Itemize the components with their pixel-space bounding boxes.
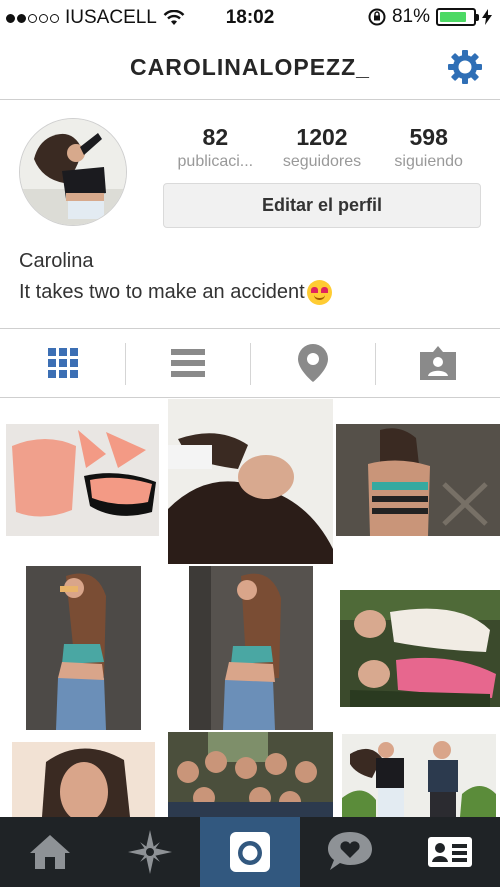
- rotation-lock-icon: [368, 8, 386, 26]
- battery-percent: 81%: [391, 6, 430, 27]
- gear-icon: [448, 50, 482, 84]
- following-count: 598: [409, 124, 448, 150]
- camera-icon: [230, 832, 270, 872]
- avatar-photo: [20, 119, 126, 225]
- photo-grid-item[interactable]: [26, 566, 141, 730]
- nav-profile[interactable]: [400, 817, 500, 887]
- profile-card-icon: [428, 837, 472, 867]
- posts-label: publicaci...: [177, 153, 254, 170]
- tagged-person-icon: [419, 346, 456, 380]
- following-label: siguiendo: [394, 153, 463, 170]
- followers-label: seguidores: [282, 153, 362, 170]
- location-pin-icon: [297, 344, 328, 382]
- posts-stat[interactable]: 82 publicaci...: [162, 124, 269, 171]
- following-stat[interactable]: 598 siguiendo: [375, 124, 482, 171]
- battery-fill: [440, 12, 466, 22]
- username-title: CAROLINALOPEZZ_: [130, 54, 370, 80]
- activity-bubble-icon: [328, 832, 372, 870]
- profile-avatar[interactable]: [19, 118, 127, 226]
- tab-tagged-view[interactable]: [375, 329, 500, 397]
- edit-profile-button[interactable]: Editar el perfil: [163, 183, 481, 228]
- status-right: 81%: [368, 6, 492, 28]
- heart-eyes-emoji-icon: [306, 280, 332, 305]
- tab-list-view[interactable]: [125, 329, 250, 397]
- tab-map-view[interactable]: [250, 329, 375, 397]
- nav-explore[interactable]: [100, 817, 200, 887]
- photo-grid-item[interactable]: [6, 424, 159, 536]
- tab-grid-view[interactable]: [0, 329, 125, 397]
- home-icon: [30, 835, 70, 869]
- nav-camera[interactable]: [200, 817, 300, 887]
- posts-count: 82: [202, 124, 229, 150]
- list-icon: [170, 349, 205, 377]
- settings-button[interactable]: [446, 48, 484, 86]
- photo-grid-item[interactable]: [168, 399, 333, 564]
- photo-grid-item[interactable]: [189, 566, 313, 730]
- profile-bio: It takes two to make an accident: [19, 280, 332, 305]
- followers-stat[interactable]: 1202 seguidores: [269, 124, 376, 171]
- profile-stats: 82 publicaci... 1202 seguidores 598 sigu…: [162, 124, 482, 171]
- status-bar: IUSACELL 18:02 81%: [0, 0, 500, 34]
- nav-home[interactable]: [0, 817, 100, 887]
- photo-grid-item[interactable]: [12, 742, 155, 817]
- profile-full-name: Carolina: [19, 250, 94, 272]
- explore-star-icon: [128, 830, 172, 874]
- followers-count: 1202: [296, 124, 348, 150]
- nav-activity[interactable]: [300, 817, 400, 887]
- photo-grid-item[interactable]: [342, 734, 496, 817]
- photo-grid: [0, 399, 500, 817]
- grid-icon: [47, 348, 78, 378]
- photo-grid-item[interactable]: [340, 590, 500, 707]
- battery-icon: [436, 8, 479, 26]
- charging-bolt-icon: [482, 9, 492, 25]
- profile-header: CAROLINALOPEZZ_: [0, 34, 500, 100]
- photo-grid-item[interactable]: [336, 424, 500, 536]
- profile-view-tabs: [0, 328, 500, 398]
- bio-text: It takes two to make an accident: [19, 281, 305, 303]
- bottom-navigation: [0, 817, 500, 887]
- photo-grid-item[interactable]: [168, 732, 333, 817]
